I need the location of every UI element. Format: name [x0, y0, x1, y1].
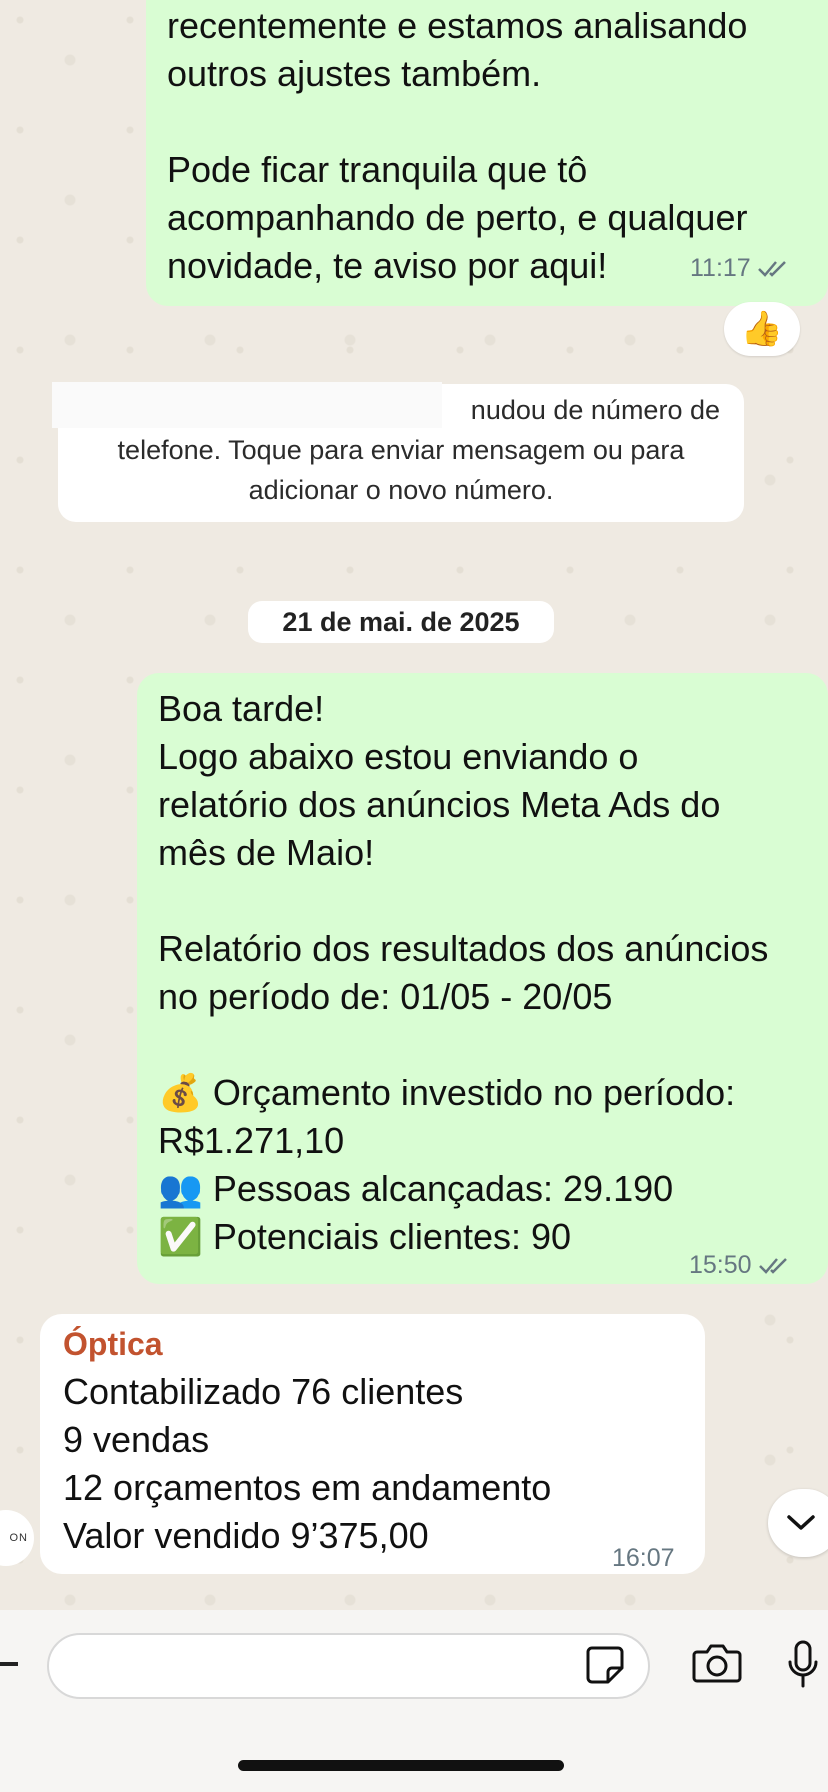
message-line: Relatório dos resultados dos anúncios: [158, 928, 769, 969]
message-meta: 15:50: [689, 1241, 792, 1289]
system-line: adicionar o novo número.: [248, 475, 554, 505]
outgoing-message[interactable]: recentemente e estamos analisando outros…: [146, 0, 828, 306]
camera-icon[interactable]: [692, 1642, 742, 1684]
scroll-to-bottom-button[interactable]: [768, 1489, 828, 1557]
sticker-icon[interactable]: [584, 1644, 626, 1686]
message-input[interactable]: [47, 1633, 650, 1699]
sender-name[interactable]: Óptica: [63, 1320, 685, 1368]
microphone-icon[interactable]: [786, 1640, 820, 1690]
system-line: telefone. Toque para enviar mensagem ou …: [117, 435, 685, 465]
message-line: Logo abaixo estou enviando o: [158, 736, 639, 777]
message-line: mês de Maio!: [158, 832, 375, 873]
message-line: 12 orçamentos em andamento: [63, 1467, 552, 1508]
message-line: Pode ficar tranquila que tô: [167, 149, 588, 190]
avatar[interactable]: ON: [0, 1510, 34, 1566]
message-line: outros ajustes também.: [167, 53, 542, 94]
system-message[interactable]: nudou de número de telefone. Toque para …: [52, 382, 744, 522]
home-indicator: [238, 1760, 564, 1771]
message-line: R$1.271,10: [158, 1120, 345, 1161]
avatar-text: ON: [9, 1532, 28, 1544]
reaction-badge[interactable]: 👍: [724, 302, 800, 356]
plus-icon[interactable]: [0, 1662, 18, 1666]
message-line: 👥 Pessoas alcançadas: 29.190: [158, 1168, 674, 1209]
message-line: 💰 Orçamento investido no período:: [158, 1072, 736, 1113]
read-ticks-icon: [758, 1258, 787, 1274]
message-time: 15:50: [689, 1251, 752, 1279]
incoming-message[interactable]: Óptica Contabilizado 76 clientes 9 venda…: [40, 1314, 705, 1574]
message-line: [167, 98, 808, 146]
message-line: Valor vendido 9’375,00: [63, 1515, 429, 1556]
thumbs-up-icon: 👍: [740, 309, 784, 349]
message-line: recentemente e estamos analisando: [167, 5, 748, 46]
message-time: 11:17: [690, 254, 751, 282]
message-line: relatório dos anúncios Meta Ads do: [158, 784, 721, 825]
message-line: [158, 877, 810, 925]
message-meta: 16:07: [612, 1534, 675, 1582]
message-time: 16:07: [612, 1544, 675, 1572]
outgoing-message[interactable]: Boa tarde! Logo abaixo estou enviando o …: [137, 673, 828, 1284]
redacted-mask: [52, 382, 442, 428]
message-line: 9 vendas: [63, 1419, 210, 1460]
date-separator: 21 de mai. de 2025: [248, 601, 554, 643]
message-line: no período de: 01/05 - 20/05: [158, 976, 613, 1017]
chevron-down-icon: [787, 1515, 815, 1530]
message-line: acompanhando de perto, e qualquer: [167, 197, 748, 238]
date-label: 21 de mai. de 2025: [282, 606, 520, 637]
message-line: Boa tarde!: [158, 688, 325, 729]
message-line: Contabilizado 76 clientes: [63, 1371, 464, 1412]
chat-background: recentemente e estamos analisando outros…: [0, 0, 828, 1610]
message-line: [158, 1021, 810, 1069]
message-meta: 11:17: [690, 244, 791, 292]
read-ticks-icon: [757, 261, 786, 277]
